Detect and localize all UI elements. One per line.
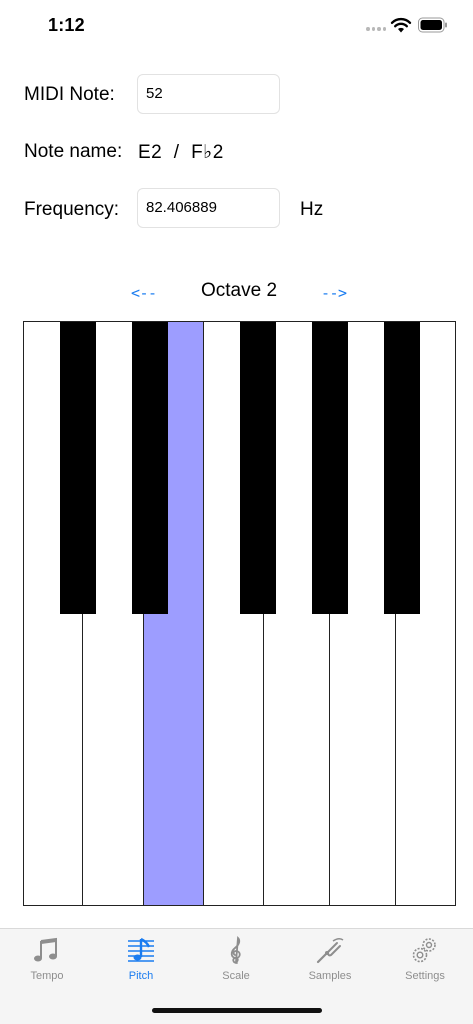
- tuning-fork-icon: [316, 937, 344, 964]
- midi-note-label: MIDI Note:: [24, 84, 115, 105]
- black-key-d-sharp[interactable]: [132, 322, 168, 614]
- tab-scale[interactable]: Scale: [189, 929, 283, 989]
- music-notes-icon: [34, 937, 57, 962]
- octave-label: Octave 2: [200, 280, 278, 301]
- battery-icon: [418, 17, 447, 33]
- piano-keyboard: [23, 321, 456, 906]
- gears-icon: [412, 938, 436, 963]
- note-name-value: E2 / F♭2: [138, 142, 224, 163]
- status-bar: 1:12: [0, 0, 473, 50]
- treble-clef-icon: [230, 935, 241, 964]
- home-indicator: [152, 1008, 322, 1013]
- black-key-g-sharp[interactable]: [312, 322, 348, 614]
- wifi-icon: [390, 17, 412, 33]
- octave-next-button[interactable]: -->: [321, 284, 347, 302]
- tab-pitch[interactable]: Pitch: [94, 929, 188, 989]
- tab-settings[interactable]: Settings: [378, 929, 472, 989]
- tab-label: Samples: [308, 970, 352, 982]
- midi-note-input[interactable]: 52: [137, 74, 280, 114]
- black-key-a-sharp[interactable]: [384, 322, 420, 614]
- tab-tempo[interactable]: Tempo: [0, 929, 94, 989]
- status-time: 1:12: [48, 15, 85, 35]
- tab-label: Tempo: [30, 970, 64, 982]
- black-key-f-sharp[interactable]: [240, 322, 276, 614]
- cellular-signal-icon: [366, 27, 386, 33]
- frequency-label: Frequency:: [24, 199, 120, 220]
- note-name-label: Note name:: [24, 141, 123, 162]
- staff-notes-icon: [128, 937, 154, 962]
- tab-samples[interactable]: Samples: [283, 929, 377, 989]
- tab-label: Pitch: [128, 970, 154, 982]
- tab-label: Settings: [405, 970, 445, 982]
- frequency-unit: Hz: [300, 199, 324, 220]
- frequency-input[interactable]: 82.406889: [137, 188, 280, 228]
- tab-label: Scale: [222, 970, 250, 982]
- black-key-c-sharp[interactable]: [60, 322, 96, 614]
